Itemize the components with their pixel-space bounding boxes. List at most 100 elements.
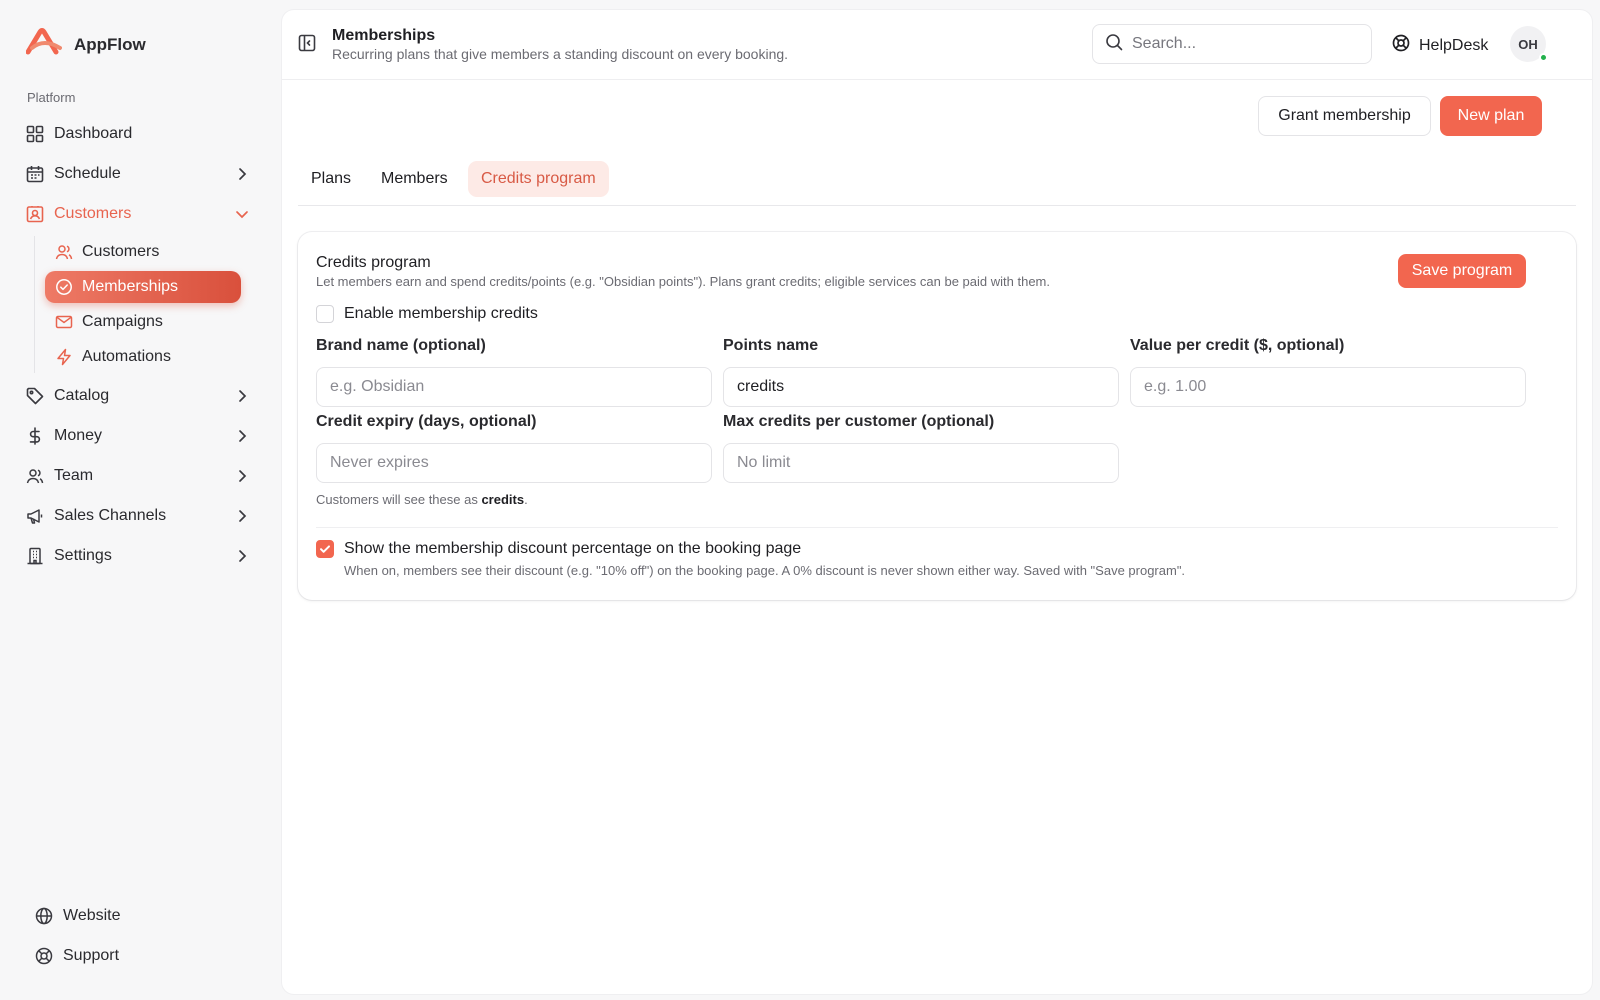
points-name-label: Points name [723,337,819,354]
credits-hint: Customers will see these as credits. [316,492,528,507]
points-name-input[interactable] [723,367,1119,407]
show-discount-checkbox[interactable] [316,540,334,558]
brand[interactable]: AppFlow [25,28,146,61]
sidebar-item-label: Support [63,947,120,964]
sidebar-subitem-memberships[interactable]: Memberships [45,271,241,303]
sidebar-item-support[interactable]: Support [0,936,282,976]
sidebar-item-schedule[interactable]: Schedule [0,154,282,194]
customer-badge-icon [26,205,44,223]
points-name-field: Points name [723,337,1119,407]
avatar-initials: OH [1518,36,1538,52]
credit-expiry-field: Credit expiry (days, optional) [316,413,712,483]
sidebar-item-catalog[interactable]: Catalog [0,376,282,416]
credit-expiry-input[interactable] [316,443,712,483]
brand-name-input[interactable] [316,367,712,407]
online-status-indicator [1539,53,1548,62]
tab-bar: Plans Members Credits program [298,161,1576,206]
sidebar-item-sales-channels[interactable]: Sales Channels [0,496,282,536]
sidebar-subitem-automations[interactable]: Automations [45,341,241,373]
credits-program-card: Credits program Let members earn and spe… [298,232,1576,600]
enable-credits-row[interactable]: Enable membership credits [316,305,538,323]
page-subtitle: Recurring plans that give members a stan… [332,46,789,62]
tag-icon [26,387,44,405]
show-discount-row[interactable]: Show the membership discount percentage … [316,540,801,558]
lifebuoy-icon [1392,34,1410,57]
search-box[interactable] [1092,24,1372,64]
megaphone-icon [26,507,44,525]
sidebar-subitem-customers[interactable]: Customers [45,236,241,268]
user-avatar[interactable]: OH [1510,26,1548,62]
dollar-icon [26,427,44,445]
appflow-logo-icon [25,28,62,61]
dashboard-grid-icon [26,125,44,143]
customers-submenu: Customers Memberships Campaigns Automati… [34,236,282,373]
new-plan-button[interactable]: New plan [1440,96,1542,136]
section-divider [316,527,1558,528]
value-per-credit-label: Value per credit ($, optional) [1130,337,1345,354]
sidebar-section-label: Platform [27,90,76,105]
enable-credits-checkbox[interactable] [316,305,334,323]
show-discount-description: When on, members see their discount (e.g… [344,563,1186,578]
hint-term: credits [481,492,525,507]
settings-building-icon [26,547,44,565]
sidebar-footer: Website Support [0,896,282,976]
sidebar-subitem-label: Customers [82,243,160,260]
sidebar-item-label: Catalog [54,387,110,404]
max-credits-label: Max credits per customer (optional) [723,413,995,430]
sidebar-item-website[interactable]: Website [0,896,282,936]
page-title: Memberships [332,27,436,44]
lightning-icon [55,348,73,366]
chevron-right-icon [234,388,250,404]
sidebar-item-team[interactable]: Team [0,456,282,496]
show-discount-label: Show the membership discount percentage … [344,540,802,557]
save-program-button[interactable]: Save program [1398,254,1526,288]
top-bar: Memberships Recurring plans that give me… [282,10,1592,80]
sidebar-item-customers[interactable]: Customers [0,194,282,234]
app-root: AppFlow Platform Dashboard Schedule Cust… [0,0,1600,1000]
sidebar-item-money[interactable]: Money [0,416,282,456]
brand-name-label: Brand name (optional) [316,337,486,354]
value-per-credit-field: Value per credit ($, optional) [1130,337,1526,407]
mail-icon [55,313,73,331]
hint-prefix: Customers will see these as [316,492,482,507]
chevron-right-icon [234,508,250,524]
search-input[interactable] [1132,35,1352,53]
team-icon [26,467,44,485]
sidebar-subitem-label: Memberships [82,278,179,295]
sidebar-item-label: Customers [54,205,132,222]
sidebar-subitem-campaigns[interactable]: Campaigns [45,306,241,338]
tab-plans[interactable]: Plans [298,161,364,197]
grant-membership-button[interactable]: Grant membership [1258,96,1431,136]
max-credits-input[interactable] [723,443,1119,483]
chevron-right-icon [234,548,250,564]
brand-name-field: Brand name (optional) [316,337,712,407]
sidebar-item-label: Team [54,467,94,484]
helpdesk-button[interactable]: HelpDesk [1392,34,1488,57]
sidebar-item-label: Sales Channels [54,507,167,524]
sidebar-item-dashboard[interactable]: Dashboard [0,114,282,154]
max-credits-field: Max credits per customer (optional) [723,413,1119,483]
chevron-right-icon [234,428,250,444]
calendar-icon [26,165,44,183]
sidebar-toggle-icon[interactable] [298,34,316,52]
checkmark-icon [320,545,330,553]
card-title: Credits program [316,254,431,271]
sidebar: AppFlow Platform Dashboard Schedule Cust… [0,0,282,1000]
globe-icon [35,907,53,925]
chevron-down-icon [234,206,250,222]
sidebar-item-settings[interactable]: Settings [0,536,282,576]
chevron-right-icon [234,166,250,182]
tab-credits-program[interactable]: Credits program [468,161,609,197]
badge-check-icon [55,278,73,296]
main-content: Memberships Recurring plans that give me… [282,10,1592,994]
hint-suffix: . [524,492,528,507]
lifebuoy-icon [35,947,53,965]
sidebar-subitem-label: Campaigns [82,313,163,330]
value-per-credit-input[interactable] [1130,367,1526,407]
chevron-right-icon [234,468,250,484]
credit-expiry-label: Credit expiry (days, optional) [316,413,537,430]
tab-members[interactable]: Members [368,161,461,197]
sidebar-item-label: Settings [54,547,112,564]
app-name: AppFlow [74,34,146,54]
sidebar-item-label: Dashboard [54,125,133,142]
